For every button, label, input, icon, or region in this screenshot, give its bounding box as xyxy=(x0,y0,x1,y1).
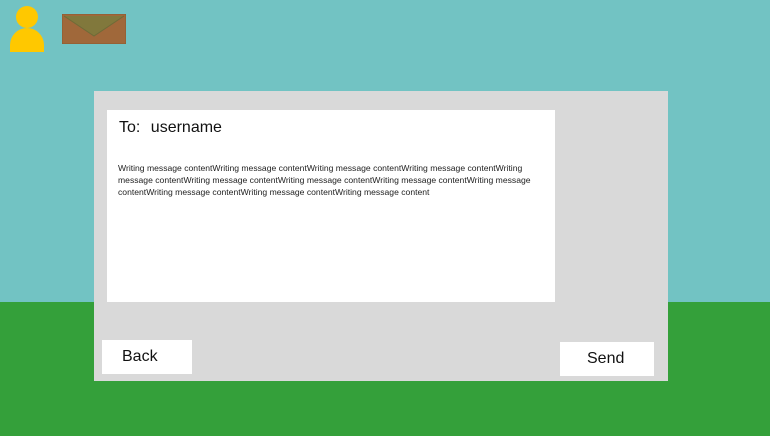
message-body[interactable]: Writing message contentWriting message c… xyxy=(118,162,538,198)
user-icon[interactable] xyxy=(8,6,46,52)
user-icon-head xyxy=(16,6,38,28)
user-icon-body xyxy=(10,28,44,52)
message-panel: To: username Writing message contentWrit… xyxy=(94,91,668,381)
mail-icon[interactable] xyxy=(62,14,126,44)
to-label: To: xyxy=(119,119,141,136)
recipient-name[interactable]: username xyxy=(151,119,222,136)
compose-area[interactable]: To: username Writing message contentWrit… xyxy=(107,110,555,302)
recipient-line: To: username xyxy=(119,119,222,137)
back-button[interactable]: Back xyxy=(102,340,192,374)
send-button[interactable]: Send xyxy=(560,342,654,376)
